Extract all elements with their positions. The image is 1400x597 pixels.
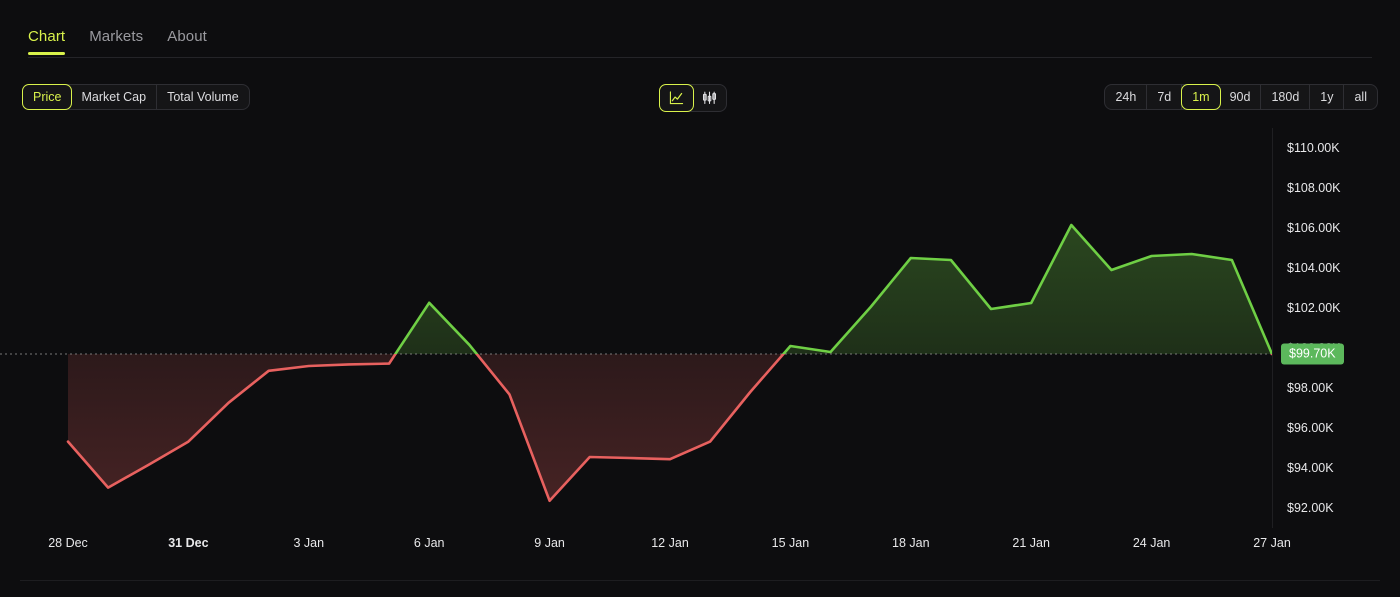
x-axis-tick: 12 Jan	[651, 536, 689, 550]
time-range-toggle-group: 24h7d1m90d180d1yall	[1104, 84, 1378, 110]
x-axis-tick: 28 Dec	[48, 536, 88, 550]
y-axis-tick: $110.00K	[1287, 141, 1340, 155]
tabs-divider	[28, 57, 1372, 58]
y-axis-tick: $106.00K	[1287, 221, 1341, 235]
line-chart-type-button[interactable]	[659, 84, 694, 112]
range-button-1y[interactable]: 1y	[1310, 85, 1344, 109]
y-axis-tick: $92.00K	[1287, 501, 1334, 515]
tab-about[interactable]: About	[167, 28, 207, 55]
x-axis-tick: 6 Jan	[414, 536, 445, 550]
x-axis-tick: 27 Jan	[1253, 536, 1291, 550]
y-axis-tick: $102.00K	[1287, 301, 1341, 315]
y-axis-tick: $98.00K	[1287, 381, 1334, 395]
chart-type-toggle-group	[659, 84, 727, 112]
x-axis-tick: 21 Jan	[1012, 536, 1050, 550]
chart-area: $110.00K $108.00K $106.00K $104.00K $102.00K…	[0, 128, 1400, 528]
range-button-24h[interactable]: 24h	[1105, 85, 1147, 109]
range-button-180d[interactable]: 180d	[1261, 85, 1310, 109]
candlestick-chart-icon	[702, 91, 717, 105]
x-axis: 28 Dec 31 Dec 3 Jan 6 Jan 9 Jan 12 Jan 15 Jan 1…	[0, 528, 1272, 562]
x-axis-tick: 18 Jan	[892, 536, 930, 550]
x-axis-tick: 24 Jan	[1133, 536, 1171, 550]
y-axis: $110.00K $108.00K $106.00K $104.00K $102.00K…	[1272, 128, 1400, 528]
tab-chart[interactable]: Chart	[28, 28, 65, 55]
range-button-all[interactable]: all	[1344, 85, 1377, 109]
metric-button-total-volume[interactable]: Total Volume	[157, 85, 249, 109]
x-axis-tick: 31 Dec	[168, 536, 208, 550]
current-price-badge: $99.70K	[1281, 344, 1344, 365]
candlestick-chart-type-button[interactable]	[693, 85, 726, 111]
tabs-bar: Chart Markets About	[0, 0, 1400, 58]
metric-toggle-group: PriceMarket CapTotal Volume	[22, 84, 250, 110]
chart-controls: PriceMarket CapTotal Volume	[0, 76, 1400, 120]
y-axis-tick: $108.00K	[1287, 181, 1341, 195]
y-axis-tick: $104.00K	[1287, 261, 1341, 275]
x-axis-tick: 15 Jan	[772, 536, 810, 550]
x-axis-tick: 3 Jan	[294, 536, 325, 550]
x-axis-tick: 9 Jan	[534, 536, 565, 550]
range-button-90d[interactable]: 90d	[1220, 85, 1262, 109]
line-chart-icon	[669, 91, 684, 105]
crypto-chart-page: Chart Markets About PriceMarket CapTotal V…	[0, 0, 1400, 597]
metric-button-market-cap[interactable]: Market Cap	[71, 85, 157, 109]
tab-markets[interactable]: Markets	[89, 28, 143, 55]
range-button-1m[interactable]: 1m	[1181, 84, 1220, 110]
price-line-chart	[0, 128, 1272, 528]
range-button-7d[interactable]: 7d	[1147, 85, 1182, 109]
y-axis-tick: $96.00K	[1287, 421, 1334, 435]
tab-list: Chart Markets About	[28, 28, 207, 55]
chart-plot[interactable]	[0, 128, 1272, 528]
metric-button-price[interactable]: Price	[22, 84, 72, 110]
bottom-divider	[20, 580, 1380, 581]
y-axis-tick: $94.00K	[1287, 461, 1334, 475]
